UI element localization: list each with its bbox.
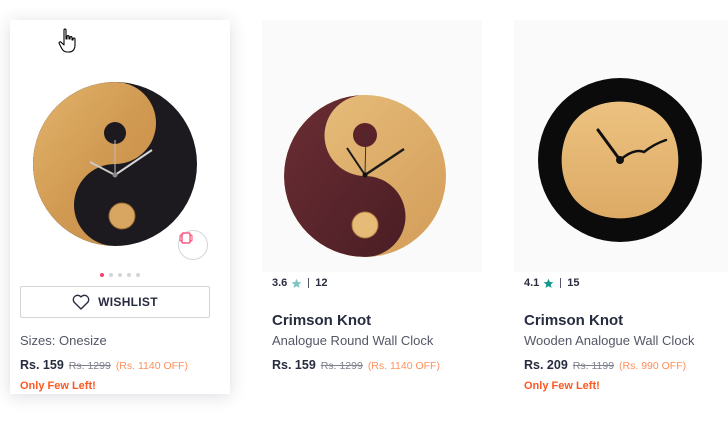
price-row: Rs. 159 Rs. 1299 (Rs. 1140 OFF) [20,358,188,372]
product-card[interactable]: 3.6 12 Crimson Knot Analogue Round Wall … [262,20,482,394]
wishlist-label: WISHLIST [98,295,158,309]
mrp: Rs. 1199 [572,360,615,372]
carousel-dots [10,273,230,277]
discount: (Rs. 1140 OFF) [115,360,188,372]
divider [560,278,562,288]
view-similar-button[interactable] [178,230,208,260]
yin-yang-clock-image [284,95,446,257]
carousel-dot[interactable] [100,273,104,277]
discount: (Rs. 1140 OFF) [367,360,440,372]
stock-warning: Only Few Left! [20,380,96,392]
price-row: Rs. 159 Rs. 1299 (Rs. 1140 OFF) [272,358,440,372]
rating-count: 15 [567,277,580,289]
price: Rs. 159 [272,358,316,372]
product-name: Analogue Round Wall Clock [272,333,434,348]
square-wooden-clock-image [538,78,702,242]
star-icon [543,278,554,288]
product-card[interactable]: WISHLIST Sizes: Onesize Rs. 159 Rs. 1299… [10,20,230,394]
carousel-dot[interactable] [118,273,122,277]
product-name: Wooden Analogue Wall Clock [524,333,695,348]
product-image[interactable] [10,20,230,272]
view-similar-icon [179,232,193,244]
product-image[interactable] [262,20,482,272]
carousel-dot[interactable] [109,273,113,277]
heart-icon [72,294,90,310]
wishlist-button[interactable]: WISHLIST [20,286,210,318]
price: Rs. 159 [20,358,64,372]
brand-name: Crimson Knot [272,312,372,329]
price-row: Rs. 209 Rs. 1199 (Rs. 990 OFF) [524,358,686,372]
product-card[interactable]: 4.1 15 Crimson Knot Wooden Analogue Wall… [514,20,728,394]
mrp: Rs. 1299 [68,360,111,372]
mrp: Rs. 1299 [320,360,363,372]
rating-badge: 4.1 15 [524,275,580,291]
discount: (Rs. 990 OFF) [619,360,687,372]
hand-cursor-icon [58,28,76,53]
price: Rs. 209 [524,358,568,372]
rating-badge: 3.6 12 [272,275,328,291]
product-image[interactable] [514,20,728,272]
brand-name: Crimson Knot [524,312,624,329]
carousel-dot[interactable] [127,273,131,277]
rating-value: 3.6 [272,277,288,289]
rating-value: 4.1 [524,277,540,289]
stock-warning: Only Few Left! [524,380,600,392]
rating-count: 12 [315,277,328,289]
divider [308,278,310,288]
carousel-dot[interactable] [136,273,140,277]
star-icon [291,278,302,288]
sizes-label: Sizes: Onesize [20,333,107,348]
